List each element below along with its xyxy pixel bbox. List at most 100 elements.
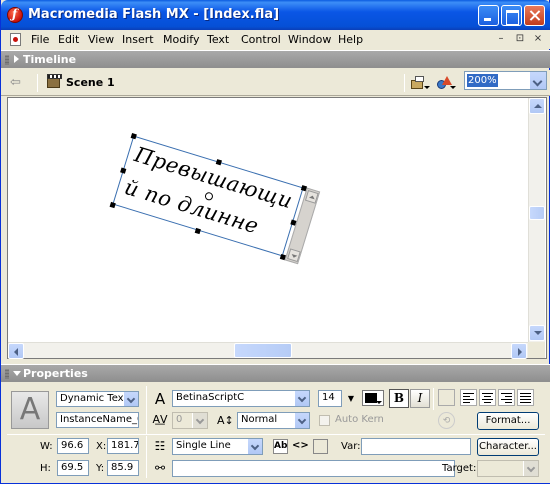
y-label: Y: [96,463,105,474]
chevron-down-icon[interactable] [192,413,207,428]
align-left-icon[interactable] [460,389,477,406]
align-right-icon[interactable] [498,389,515,406]
url-link-icon: ⚯ [154,461,166,475]
scroll-left-icon[interactable] [8,343,24,359]
target-label: Target: [442,463,477,474]
expand-arrow-icon[interactable] [13,371,21,376]
menu-text[interactable]: Text [207,33,229,46]
edit-symbols-icon[interactable] [411,76,430,90]
text-type-select[interactable]: Dynamic Text [56,391,139,407]
stage-horizontal-scrollbar[interactable] [8,342,528,359]
text-direction-icon[interactable] [438,389,455,406]
width-label: W: [40,441,53,452]
menu-control[interactable]: Control [241,33,281,46]
font-select[interactable]: BetinaScriptC [172,390,310,407]
timeline-panel-header[interactable]: Timeline [1,50,550,68]
chevron-down-icon[interactable] [294,413,309,428]
auto-kern-label: Auto Kern [335,414,384,425]
font-icon: A [154,390,166,408]
italic-button[interactable]: I [410,389,430,408]
edit-scene-icon[interactable] [436,76,456,90]
selectable-text-icon[interactable]: Ab [273,439,288,454]
menu-modify[interactable]: Modify [163,33,199,46]
timeline-label: Timeline [23,53,77,66]
menu-window[interactable]: Window [288,33,331,46]
title-bar[interactable]: Macromedia Flash MX - [Index.fla] [1,0,550,30]
menu-file[interactable]: File [31,33,49,46]
font-value: BetinaScriptC [176,392,245,403]
maximize-button[interactable] [501,5,522,26]
line-type-icon: ☷ [154,439,166,453]
line-type-select[interactable]: Single Line [172,438,263,455]
character-spacing-input[interactable]: 0 [172,412,208,429]
flash-window: Macromedia Flash MX - [Index.fla] File E… [0,0,550,484]
auto-kern-checkbox[interactable] [319,415,330,426]
doc-close-button[interactable]: × [531,33,545,45]
character-button[interactable]: Character... [477,438,539,456]
scroll-right-icon[interactable] [511,343,527,359]
font-size-slider-icon[interactable]: ▼ [343,391,359,407]
text-type-value: Dynamic Text [60,393,128,404]
zoom-select[interactable]: 200% [464,71,547,90]
separator [7,434,545,435]
menu-insert[interactable]: Insert [122,33,154,46]
chevron-down-icon[interactable] [529,72,546,89]
scroll-down-icon[interactable] [529,325,545,341]
menu-edit[interactable]: Edit [58,33,79,46]
bold-button[interactable]: B [389,389,409,408]
transform-handle[interactable] [130,133,137,140]
panel-grip-icon[interactable] [5,55,9,65]
chevron-down-icon[interactable] [523,461,538,476]
separator [433,388,434,410]
format-options-icon[interactable]: ⟲ [438,412,455,429]
target-select[interactable] [477,460,539,477]
var-input[interactable] [361,438,471,455]
align-center-icon[interactable] [479,389,496,406]
width-input[interactable]: 96.6 [57,438,89,454]
scroll-down-icon[interactable] [287,248,301,263]
doc-restore-button[interactable]: ⊡ [513,33,527,45]
chevron-down-icon[interactable] [247,439,262,454]
show-border-icon[interactable] [313,439,328,454]
chevron-down-icon[interactable] [123,392,138,406]
close-button[interactable] [524,5,545,26]
text-tool-icon: A [11,391,49,429]
character-spacing-icon: A͟V [152,413,168,426]
stage-vertical-scrollbar[interactable] [528,98,545,342]
height-label: H: [40,463,51,474]
render-html-icon[interactable]: <> [292,439,309,454]
horizontal-scroll-thumb[interactable] [234,343,292,358]
properties-label: Properties [23,367,88,380]
minimize-button[interactable] [478,5,499,26]
vertical-scroll-thumb[interactable] [529,206,545,220]
document-icon[interactable] [10,33,21,46]
separator [404,74,405,92]
url-input[interactable] [172,460,455,477]
panel-grip-icon[interactable] [5,369,9,379]
font-size-input[interactable]: 14 [318,390,342,407]
properties-panel-header[interactable]: Properties [1,364,550,382]
instance-name-input[interactable]: InstanceName_0 [56,412,139,428]
back-arrow-icon[interactable]: ⇦ [10,76,24,89]
transform-handle[interactable] [215,159,222,166]
menu-help[interactable]: Help [338,33,363,46]
zoom-value: 200% [467,74,498,87]
menu-view[interactable]: View [88,33,114,46]
x-input[interactable]: 181.7 [107,438,139,454]
format-button[interactable]: Format... [477,412,539,430]
transform-handle[interactable] [120,167,127,174]
align-justify-icon[interactable] [517,389,534,406]
character-position-select[interactable]: Normal [237,412,310,429]
doc-minimize-button[interactable]: – [494,33,508,45]
scene-label[interactable]: Scene 1 [66,76,115,89]
collapse-arrow-icon[interactable] [14,55,19,63]
chevron-down-icon[interactable] [294,391,309,406]
flash-app-icon[interactable] [7,7,23,23]
y-input[interactable]: 85.9 [107,460,139,476]
height-input[interactable]: 69.5 [57,460,89,476]
scroll-up-icon[interactable] [304,190,319,204]
line-type-value: Single Line [176,440,231,451]
text-color-picker[interactable] [362,390,384,406]
x-label: X: [96,441,107,452]
scroll-up-icon[interactable] [529,98,545,114]
